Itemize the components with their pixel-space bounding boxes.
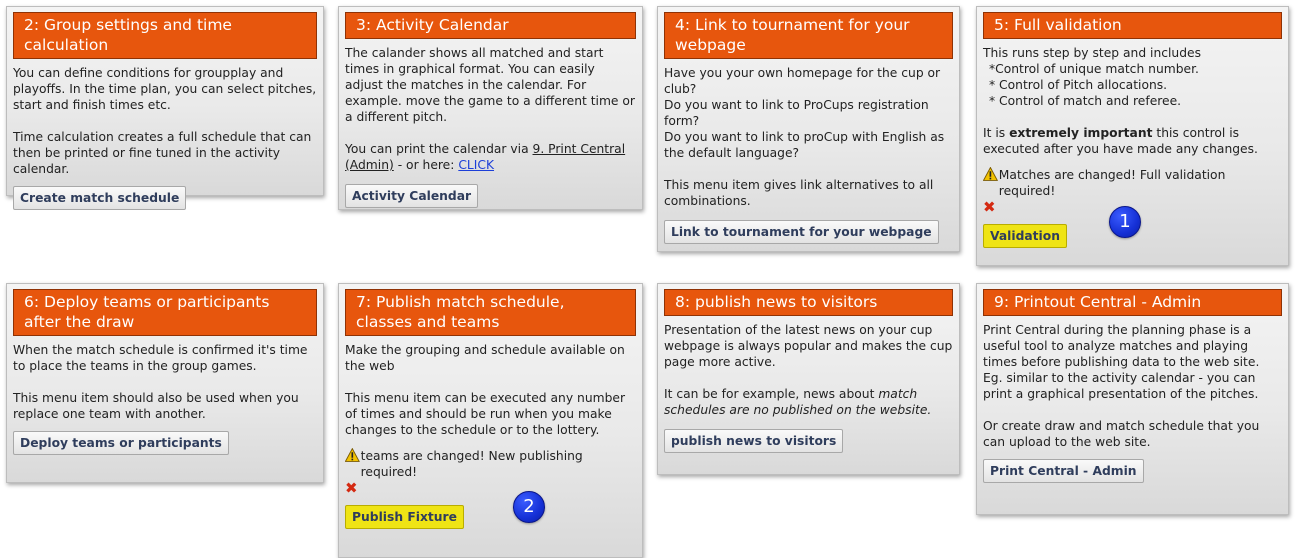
- card-text: Do you want to link to ProCups registrat…: [664, 98, 929, 128]
- step-marker-1: 1: [1109, 206, 1141, 238]
- card-activity-calendar: 3: Activity Calendar The calander shows …: [338, 6, 643, 210]
- card-text: Time calculation creates a full schedule…: [13, 130, 312, 176]
- card-link-tournament: 4: Link to tournament for your webpage H…: [657, 6, 960, 252]
- card-text: This menu item should also be used when …: [13, 391, 299, 421]
- warning-text: Matches are changed! Full validation req…: [998, 168, 1226, 198]
- validation-warning: Matches are changed! Full validation req…: [983, 167, 1282, 199]
- card-text: You can print the calendar via 9. Print …: [345, 141, 636, 173]
- activity-calendar-button[interactable]: Activity Calendar: [345, 184, 479, 208]
- important-bold: extremely important: [1009, 126, 1153, 140]
- card-title: 6: Deploy teams or participants after th…: [13, 289, 317, 336]
- card-text: Make the grouping and schedule available…: [345, 343, 625, 373]
- card-title: 2: Group settings and time calculation: [13, 12, 317, 59]
- step-marker-2: 2: [513, 491, 545, 523]
- card-title: 5: Full validation: [983, 12, 1282, 39]
- publish-fixture-button[interactable]: Publish Fixture: [345, 505, 464, 529]
- validation-button[interactable]: Validation: [983, 224, 1067, 248]
- card-bullet: *Control of unique match number.: [989, 62, 1199, 76]
- card-text: This menu item can be executed any numbe…: [345, 391, 626, 437]
- card-bullet: * Control of match and referee.: [989, 94, 1182, 108]
- important-pre: It is: [983, 126, 1010, 140]
- warning-text: teams are changed! New publishing requir…: [360, 449, 583, 479]
- card-printout-central: 9: Printout Central - Admin Print Centra…: [976, 283, 1289, 515]
- create-match-schedule-button[interactable]: Create match schedule: [13, 186, 187, 210]
- card-title: 7: Publish match schedule, classes and t…: [345, 289, 636, 336]
- card-title: 4: Link to tournament for your webpage: [664, 12, 953, 59]
- card-text: When the match schedule is confirmed it'…: [13, 343, 308, 373]
- card-text: This menu item gives link alternatives t…: [664, 178, 934, 208]
- card-text: The calander shows all matched and start…: [345, 46, 635, 124]
- card-text: This runs step by step and includes: [983, 46, 1202, 60]
- print-text-pre: You can print the calendar via: [345, 142, 533, 156]
- card-text: It can be for example, news about match …: [664, 386, 953, 418]
- card-text: It is extremely important this control i…: [983, 125, 1282, 157]
- link-to-tournament-button[interactable]: Link to tournament for your webpage: [664, 220, 939, 244]
- print-central-button[interactable]: Print Central - Admin: [983, 459, 1144, 483]
- card-title: 8: publish news to visitors: [664, 289, 953, 316]
- card-text: Have you your own homepage for the cup o…: [664, 66, 941, 96]
- card-publish-news: 8: publish news to visitors Presentation…: [657, 283, 960, 475]
- close-x-icon: ✖: [345, 479, 358, 497]
- card-group-settings: 2: Group settings and time calculation Y…: [6, 6, 324, 210]
- print-text-mid: - or here:: [393, 158, 459, 172]
- card-text: Presentation of the latest news on your …: [664, 323, 953, 369]
- card-bullet: * Control of Pitch allocations.: [989, 78, 1168, 92]
- card-text: Do you want to link to proCup with Engli…: [664, 130, 945, 160]
- warning-icon: [345, 448, 360, 462]
- deploy-teams-button[interactable]: Deploy teams or participants: [13, 431, 229, 455]
- news-text-pre: It can be for example, news about: [664, 387, 879, 401]
- card-publish-schedule: 7: Publish match schedule, classes and t…: [338, 283, 643, 558]
- card-deploy-teams: 6: Deploy teams or participants after th…: [6, 283, 324, 483]
- card-title: 3: Activity Calendar: [345, 12, 636, 39]
- card-title: 9: Printout Central - Admin: [983, 289, 1282, 316]
- card-text: You can define conditions for groupplay …: [13, 66, 317, 112]
- publish-news-button[interactable]: publish news to visitors: [664, 429, 844, 453]
- card-text: Print Central during the planning phase …: [983, 323, 1260, 401]
- card-text: Or create draw and match schedule that y…: [983, 419, 1260, 449]
- publish-warning: teams are changed! New publishing requir…: [345, 448, 636, 480]
- warning-icon: [983, 167, 998, 181]
- click-link[interactable]: CLICK: [458, 158, 494, 172]
